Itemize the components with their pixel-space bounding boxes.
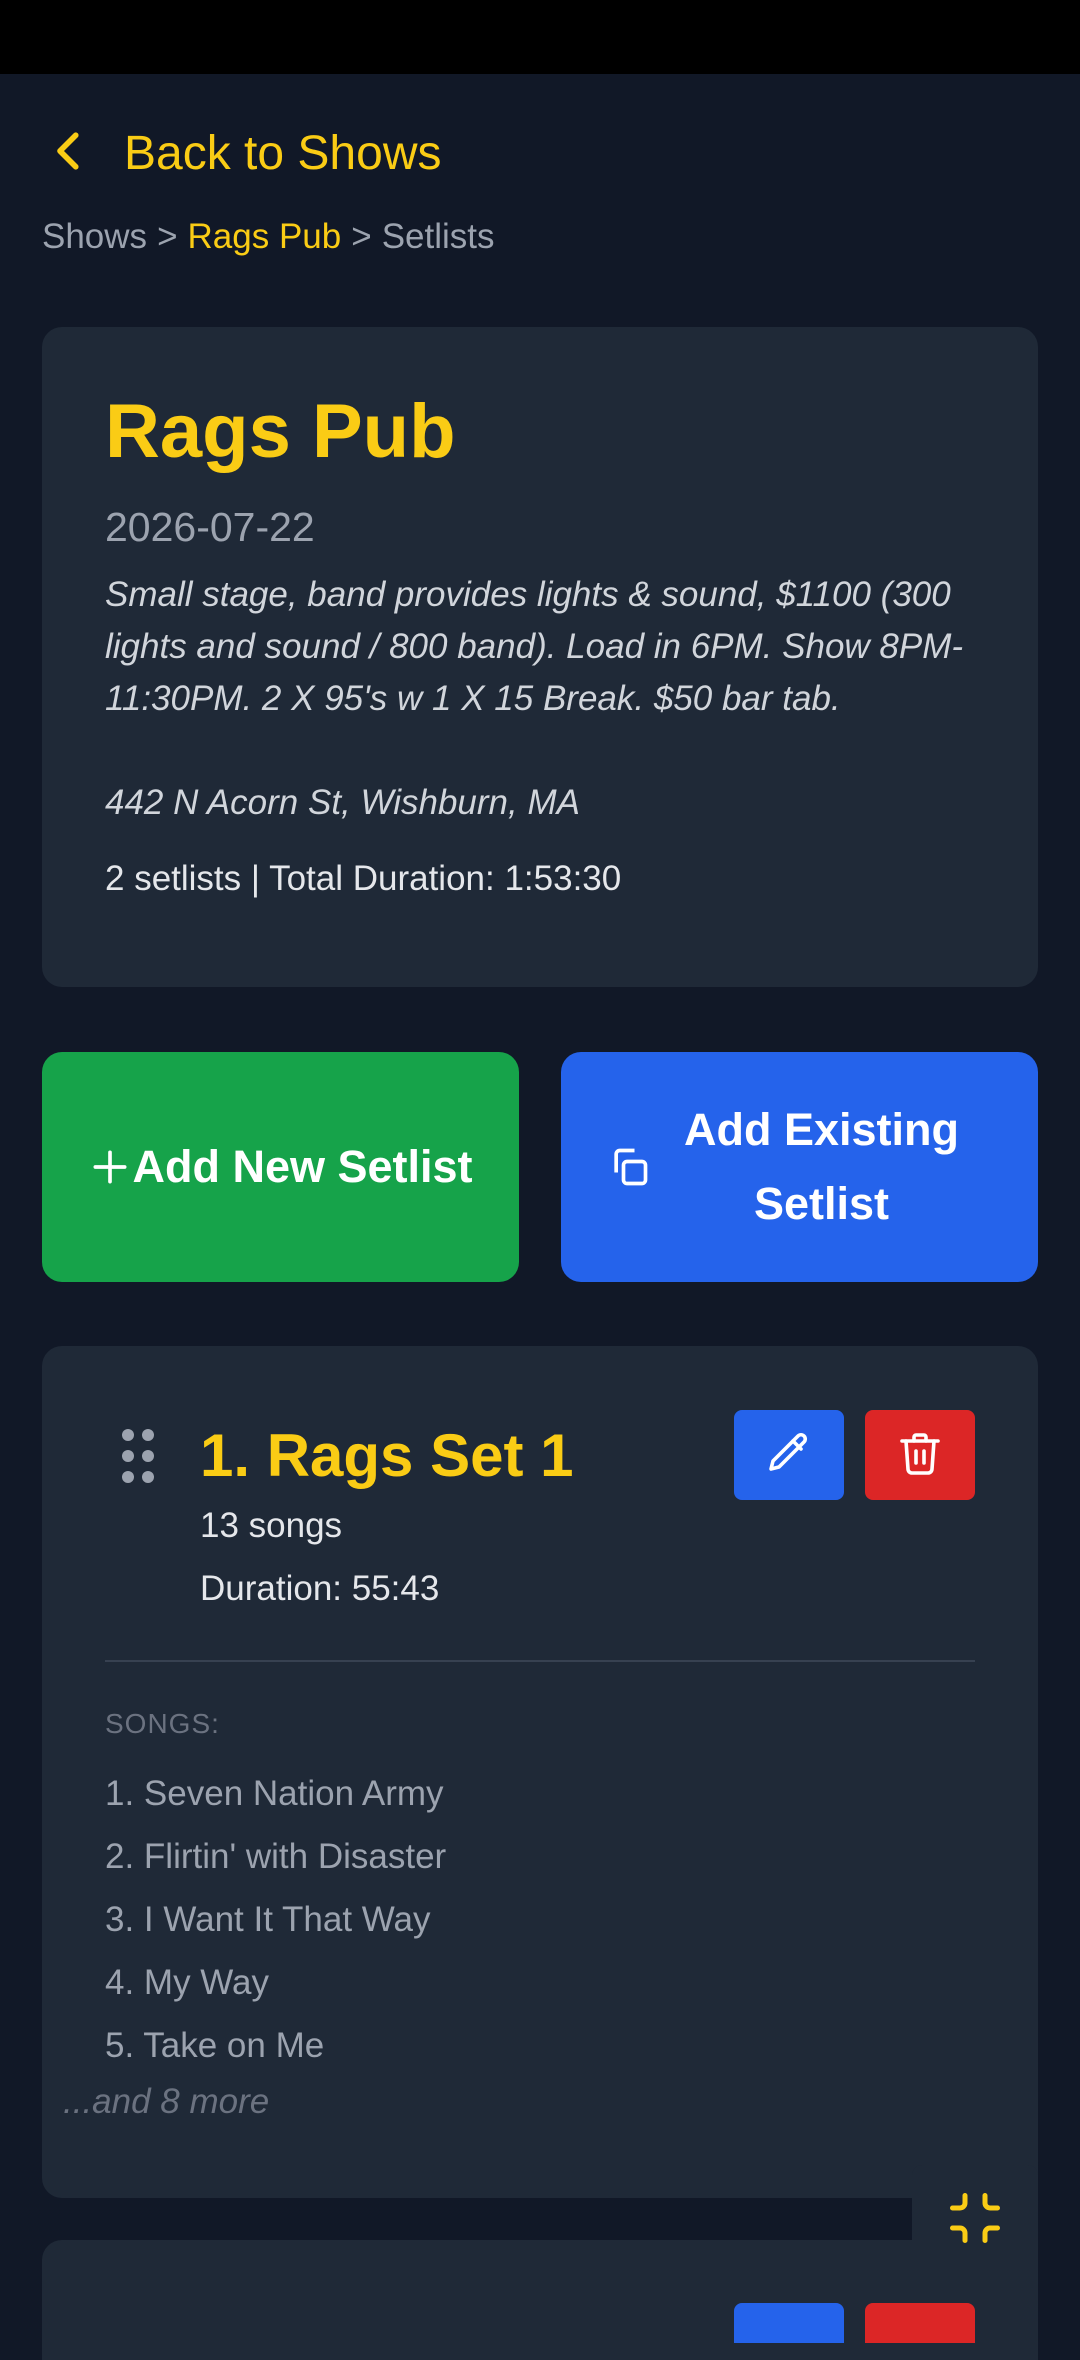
add-existing-setlist-label: Add Existing Setlist	[683, 1104, 959, 1229]
plus-icon	[88, 1145, 132, 1189]
show-date: 2026-07-22	[105, 503, 315, 550]
setlist-card: 1. Rags Set 1 13 songs Duration: 55:43 S…	[42, 1346, 1038, 2198]
song-item: 5. Take on Me	[105, 2026, 325, 2065]
delete-setlist-button-next[interactable]	[865, 2303, 975, 2343]
setlist-duration: Duration: 55:43	[200, 1569, 440, 1608]
breadcrumb-separator: >	[351, 217, 372, 256]
songs-list: 1. Seven Nation Army 2. Flirtin' with Di…	[105, 1762, 446, 2077]
collapse-all-button[interactable]	[912, 2165, 1038, 2275]
show-summary: 2 setlists | Total Duration: 1:53:30	[105, 858, 622, 898]
add-new-setlist-button[interactable]: Add New Setlist	[42, 1052, 519, 1282]
back-label: Back to Shows	[124, 126, 442, 180]
edit-setlist-button-next[interactable]	[734, 2303, 844, 2343]
setlist-title: 1. Rags Set 1	[200, 1422, 574, 1489]
breadcrumb-item-setlists: Setlists	[381, 217, 495, 256]
status-bar	[0, 0, 1080, 74]
copy-icon	[607, 1145, 651, 1189]
edit-setlist-button[interactable]	[734, 1410, 844, 1500]
show-title: Rags Pub	[105, 389, 456, 474]
song-item: 2. Flirtin' with Disaster	[105, 1837, 447, 1876]
breadcrumb-item-show[interactable]: Rags Pub	[188, 217, 342, 257]
back-to-shows-link[interactable]: Back to Shows	[42, 118, 441, 188]
show-details-card: Rags Pub 2026-07-22 Small stage, band pr…	[42, 327, 1038, 987]
breadcrumb: Shows > Rags Pub > Setlists	[42, 214, 495, 260]
trash-icon	[896, 1429, 944, 1482]
delete-setlist-button[interactable]	[865, 1410, 975, 1500]
setlist-actions: Add New Setlist Add Existing Setlist	[42, 1052, 1038, 1282]
pencil-icon	[765, 1429, 813, 1482]
song-item: 1. Seven Nation Army	[105, 1774, 444, 1813]
more-songs-text: ...and 8 more	[63, 2082, 270, 2121]
drag-handle-icon[interactable]	[118, 1426, 158, 1486]
add-existing-setlist-button[interactable]: Add Existing Setlist	[561, 1052, 1038, 1282]
setlist-song-count: 13 songs	[200, 1506, 343, 1545]
add-new-setlist-label: Add New Setlist	[132, 1141, 473, 1192]
chevron-left-icon	[42, 124, 96, 183]
song-item: 3. I Want It That Way	[105, 1900, 431, 1939]
show-notes: Small stage, band provides lights & soun…	[105, 574, 964, 718]
breadcrumb-item-shows[interactable]: Shows	[42, 217, 147, 257]
collapse-icon	[945, 2188, 1005, 2253]
song-item: 4. My Way	[105, 1963, 269, 2002]
show-address: 442 N Acorn St, Wishburn, MA	[105, 782, 580, 822]
songs-heading: SONGS:	[105, 1708, 220, 1739]
breadcrumb-separator: >	[157, 217, 178, 256]
divider	[105, 1660, 975, 1662]
